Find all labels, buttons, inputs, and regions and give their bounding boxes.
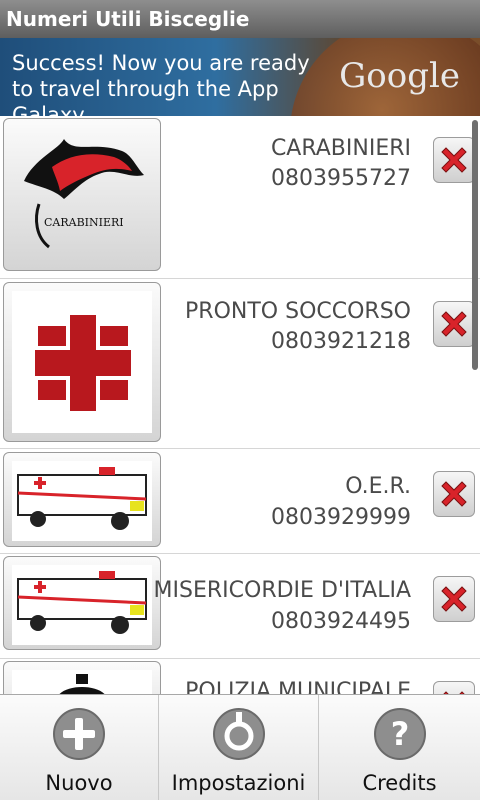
contact-name: POLIZIA MUNICIPALE bbox=[185, 679, 411, 694]
help-icon: ? bbox=[373, 708, 426, 760]
delete-x-icon bbox=[441, 586, 467, 612]
ad-text: Success! Now you are ready to travel thr… bbox=[12, 51, 310, 116]
delete-x-icon bbox=[441, 481, 467, 507]
carabinieri-logo-icon: CARABINIERI bbox=[24, 139, 144, 249]
delete-button[interactable] bbox=[433, 471, 475, 517]
list-item[interactable]: CARABINIERI CARABINIERI 0803955727 bbox=[0, 116, 480, 279]
settings-button[interactable]: Impostazioni bbox=[159, 695, 319, 800]
new-label: Nuovo bbox=[45, 771, 113, 795]
list-scrollbar[interactable] bbox=[472, 120, 478, 370]
bottom-toolbar: Nuovo Impostazioni ? Credits bbox=[0, 694, 480, 800]
contact-name: O.E.R. bbox=[345, 474, 411, 499]
delete-button[interactable] bbox=[433, 576, 475, 622]
carabinieri-logo-text: CARABINIERI bbox=[44, 216, 124, 229]
contact-name: PRONTO SOCCORSO bbox=[185, 299, 411, 324]
delete-button[interactable] bbox=[433, 301, 475, 347]
contact-number: 0803955727 bbox=[271, 166, 411, 191]
app-title: Numeri Utili Bisceglie bbox=[6, 7, 250, 31]
contact-number: 0803924495 bbox=[271, 609, 411, 634]
settings-label: Impostazioni bbox=[171, 771, 306, 795]
list-item[interactable]: O.E.R. 0803929999 bbox=[0, 449, 480, 554]
list-item[interactable]: POLIZIA MUNICIPALE 0803 bbox=[0, 659, 480, 694]
google-logo: Google bbox=[339, 56, 460, 96]
ad-banner[interactable]: Success! Now you are ready to travel thr… bbox=[0, 38, 480, 116]
contact-thumbnail-button[interactable] bbox=[3, 452, 161, 547]
new-button[interactable]: Nuovo bbox=[0, 695, 159, 800]
contact-name: MISERICORDIE D'ITALIA bbox=[153, 578, 411, 603]
contact-thumbnail-button[interactable] bbox=[3, 556, 161, 650]
credits-button[interactable]: ? Credits bbox=[319, 695, 480, 800]
bell-icon bbox=[59, 674, 105, 694]
contact-thumbnail-button[interactable] bbox=[3, 282, 161, 442]
svg-text:?: ? bbox=[390, 715, 409, 753]
delete-button[interactable] bbox=[433, 137, 475, 183]
red-cross-icon bbox=[35, 315, 131, 411]
ambulance-icon bbox=[17, 571, 147, 634]
app-title-bar: Numeri Utili Bisceglie bbox=[0, 0, 480, 38]
delete-x-icon bbox=[443, 691, 465, 694]
delete-x-icon bbox=[441, 147, 467, 173]
contact-number: 0803929999 bbox=[271, 505, 411, 530]
delete-button[interactable] bbox=[433, 681, 475, 694]
contact-list[interactable]: CARABINIERI CARABINIERI 0803955727 PRONT… bbox=[0, 116, 480, 694]
settings-icon bbox=[212, 708, 265, 760]
add-icon bbox=[53, 708, 105, 760]
list-item[interactable]: MISERICORDIE D'ITALIA 0803924495 bbox=[0, 554, 480, 659]
list-item[interactable]: PRONTO SOCCORSO 0803921218 bbox=[0, 279, 480, 449]
contact-thumbnail-button[interactable]: CARABINIERI bbox=[3, 118, 161, 271]
credits-label: Credits bbox=[362, 771, 437, 795]
contact-name: CARABINIERI bbox=[270, 136, 411, 161]
contact-number: 0803921218 bbox=[271, 329, 411, 354]
contact-thumbnail-button[interactable] bbox=[3, 661, 161, 694]
ambulance-icon bbox=[17, 467, 147, 530]
delete-x-icon bbox=[441, 311, 467, 337]
